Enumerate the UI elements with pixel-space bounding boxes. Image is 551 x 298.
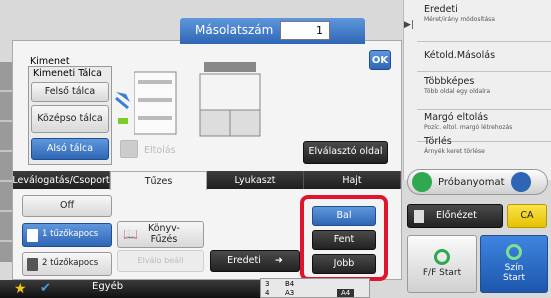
- preview-button[interactable]: Előnézet: [407, 204, 503, 228]
- proof-right-icon: [510, 172, 531, 192]
- book-staple-label: Könyv-Fűzés: [147, 223, 180, 245]
- right-item-nup[interactable]: Többképes Több oldal egy oldalra: [417, 72, 551, 110]
- offset-checkbox[interactable]: [120, 140, 138, 158]
- tray-group-title: Kimeneti Tálca: [33, 68, 102, 79]
- paper-size-indicator: 3 4 B4 A3 A4: [260, 278, 370, 298]
- staple-one-icon: [27, 228, 38, 242]
- position-right-button[interactable]: Jobb: [312, 254, 376, 274]
- proof-print-label: Próbanyomat: [438, 176, 505, 188]
- bw-start-button[interactable]: F/F Start: [407, 235, 477, 293]
- checkmark-icon[interactable]: ✔: [40, 280, 51, 298]
- color-start-icon: [506, 244, 522, 261]
- tab-staple[interactable]: Tűzes: [110, 171, 207, 190]
- color-start-button[interactable]: Szín Start: [480, 235, 548, 293]
- bottom-bar: [0, 280, 260, 298]
- tray-middle-button[interactable]: Középso tálca: [31, 105, 109, 133]
- color-start-label: Szín Start: [503, 263, 525, 283]
- copies-count-field[interactable]: 1: [280, 21, 330, 40]
- paper-size-a3: A3: [285, 289, 295, 297]
- right-item-nup-title: Többképes: [424, 76, 475, 87]
- preview-label: Előnézet: [436, 209, 477, 221]
- tab-sort-group[interactable]: Leválogatás/Csoport: [12, 171, 110, 189]
- position-top-button[interactable]: Fent: [312, 230, 376, 250]
- right-item-margin-sub: Pozíc. eltol. margó létrehozás: [424, 124, 513, 131]
- finisher-tray-arrows: [114, 78, 136, 138]
- original-orientation-button[interactable]: Eredeti ➜: [210, 250, 300, 272]
- clear-all-button[interactable]: CA: [507, 204, 547, 228]
- arrow-right-icon: ➜: [274, 254, 283, 266]
- preview-icon: [414, 209, 424, 223]
- right-item-duplex[interactable]: Kétold.Másolás: [417, 42, 551, 72]
- staple-separate-button[interactable]: Elválo beáll: [117, 250, 204, 272]
- proof-print-button[interactable]: Próbanyomat: [407, 169, 548, 195]
- tray-upper-button[interactable]: Felső tálca: [31, 82, 109, 102]
- left-edge-tabs: [0, 62, 12, 262]
- right-item-original[interactable]: Eredeti Méret/irány módosítása: [417, 4, 551, 42]
- right-item-original-sub: Méret/irány módosítása: [424, 16, 495, 23]
- paper-size-b4: B4: [285, 280, 295, 288]
- book-icon: 📖: [123, 226, 138, 241]
- tab-punch[interactable]: Lyukaszt: [207, 171, 304, 189]
- position-left-button[interactable]: Bal: [312, 206, 376, 226]
- book-staple-button[interactable]: 📖 Könyv-Fűzés: [117, 221, 204, 248]
- favorite-star-icon[interactable]: ★: [14, 280, 27, 298]
- right-item-margin-title: Margó eltolás: [424, 112, 489, 123]
- bw-start-icon: [434, 249, 450, 266]
- staple-off-button[interactable]: Off: [22, 195, 112, 217]
- separator-page-button[interactable]: Elválasztó oldal: [303, 141, 388, 164]
- right-item-original-title: Eredeti: [424, 4, 458, 15]
- paper-size-a4: A4: [337, 289, 355, 297]
- staple-one-label: 1 tűzőkapocs: [42, 229, 99, 240]
- staple-one-button[interactable]: 1 tűzőkapocs: [22, 223, 112, 247]
- bw-start-label: F/F Start: [422, 268, 462, 279]
- right-item-erase-sub: Árnyék keret törlése: [424, 148, 485, 155]
- staple-two-icon: [27, 257, 38, 271]
- staple-two-label: 2 tűzőkapocs: [42, 258, 99, 269]
- printer-illustration: [133, 58, 364, 140]
- right-item-erase-title: Törlés: [424, 136, 452, 147]
- copies-label: Másolatszám: [195, 23, 274, 37]
- other-menu-button[interactable]: Egyéb: [92, 281, 123, 292]
- tray-lower-button[interactable]: Alsó tálca: [31, 138, 109, 160]
- paper-size-4: 4: [265, 289, 270, 297]
- right-item-duplex-title: Kétold.Másolás: [424, 50, 496, 61]
- right-item-nup-sub: Több oldal egy oldalra: [424, 88, 491, 95]
- tab-fold[interactable]: Hajt: [304, 171, 401, 189]
- staple-two-button[interactable]: 2 tűzőkapocs: [22, 252, 112, 276]
- right-panel-collapse-icon[interactable]: ▶|: [404, 20, 414, 30]
- offset-label: Eltolás: [144, 145, 176, 156]
- proof-left-icon: [412, 172, 432, 192]
- original-orientation-label: Eredeti: [227, 254, 261, 266]
- ok-button[interactable]: OK: [369, 50, 391, 70]
- right-item-erase[interactable]: Törlés Árnyék keret törlése: [417, 134, 551, 168]
- paper-size-3: 3: [265, 280, 270, 288]
